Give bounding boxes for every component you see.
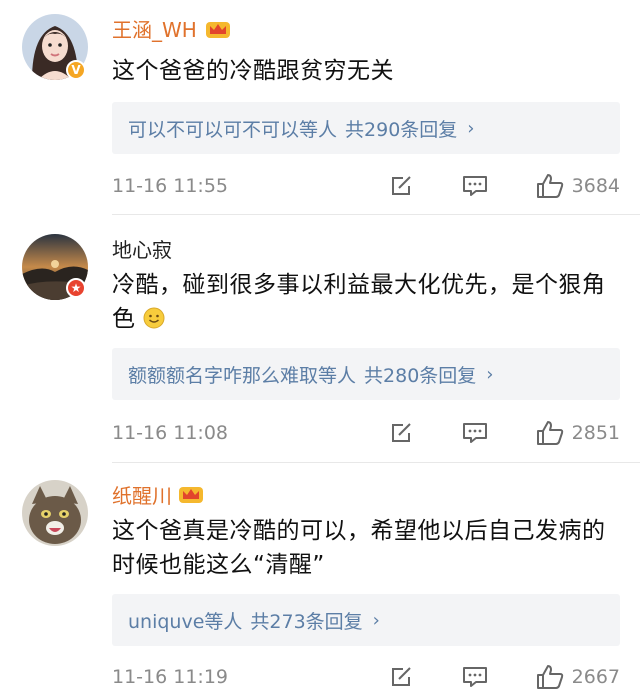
username[interactable]: 王涵_WH	[112, 18, 197, 42]
reply-count: 共290条回复	[345, 118, 458, 141]
chevron-right-icon: ›	[467, 117, 475, 139]
reply-count: 共280条回复	[364, 364, 477, 387]
reply-icon[interactable]	[462, 175, 488, 197]
repost-icon[interactable]	[390, 175, 414, 197]
like-count: 2851	[571, 422, 620, 444]
comment-text: 这个爸爸的冷酷跟贫穷无关	[112, 58, 394, 84]
repost-icon[interactable]	[390, 666, 414, 688]
timestamp: 11-16 11:08	[112, 422, 229, 444]
timestamp: 11-16 11:55	[112, 175, 229, 197]
comment-meta: 11-16 11:08 2851	[112, 418, 620, 448]
comment-meta: 11-16 11:55 3684	[112, 171, 620, 201]
timestamp: 11-16 11:19	[112, 666, 229, 688]
reply-users: uniquve等人	[128, 610, 243, 633]
comment-meta: 11-16 11:19 2667	[112, 662, 620, 692]
comment-text: 这个爸真是冷酷的可以，希望他以后自己发病的时候也能这么“清醒”	[112, 518, 606, 578]
star-badge-icon: ★	[66, 278, 86, 298]
username[interactable]: 纸醒川	[112, 484, 172, 508]
like-icon[interactable]: 2667	[536, 664, 620, 690]
reply-users: 额额额名字咋那么难取等人	[128, 364, 357, 387]
username[interactable]: 地心寂	[112, 238, 172, 262]
reply-icon[interactable]	[462, 422, 488, 444]
divider	[112, 462, 640, 463]
smile-emoji-icon	[143, 305, 165, 339]
like-count: 2667	[571, 666, 620, 688]
chevron-right-icon: ›	[372, 609, 380, 631]
vip-crown-icon	[205, 18, 231, 40]
verified-v-icon: V	[66, 60, 86, 80]
like-count: 3684	[571, 175, 620, 197]
reply-users: 可以不可以可不可以等人	[128, 118, 338, 141]
reply-icon[interactable]	[462, 666, 488, 688]
reply-summary-button[interactable]: 可以不可以可不可以等人 共290条回复 ›	[112, 102, 620, 154]
divider	[112, 214, 640, 215]
avatar[interactable]	[22, 480, 88, 546]
chevron-right-icon: ›	[486, 363, 494, 385]
like-icon[interactable]: 2851	[536, 420, 620, 446]
reply-summary-button[interactable]: uniquve等人 共273条回复 ›	[112, 594, 620, 646]
vip-crown-icon	[178, 483, 204, 505]
comment-text: 冷酷，碰到很多事以利益最大化优先，是个狠角色	[112, 268, 612, 339]
reply-count: 共273条回复	[250, 610, 363, 633]
reply-summary-button[interactable]: 额额额名字咋那么难取等人 共280条回复 ›	[112, 348, 620, 400]
repost-icon[interactable]	[390, 422, 414, 444]
like-icon[interactable]: 3684	[536, 173, 620, 199]
comment-text-content: 冷酷，碰到很多事以利益最大化优先，是个狠角色	[112, 272, 606, 332]
